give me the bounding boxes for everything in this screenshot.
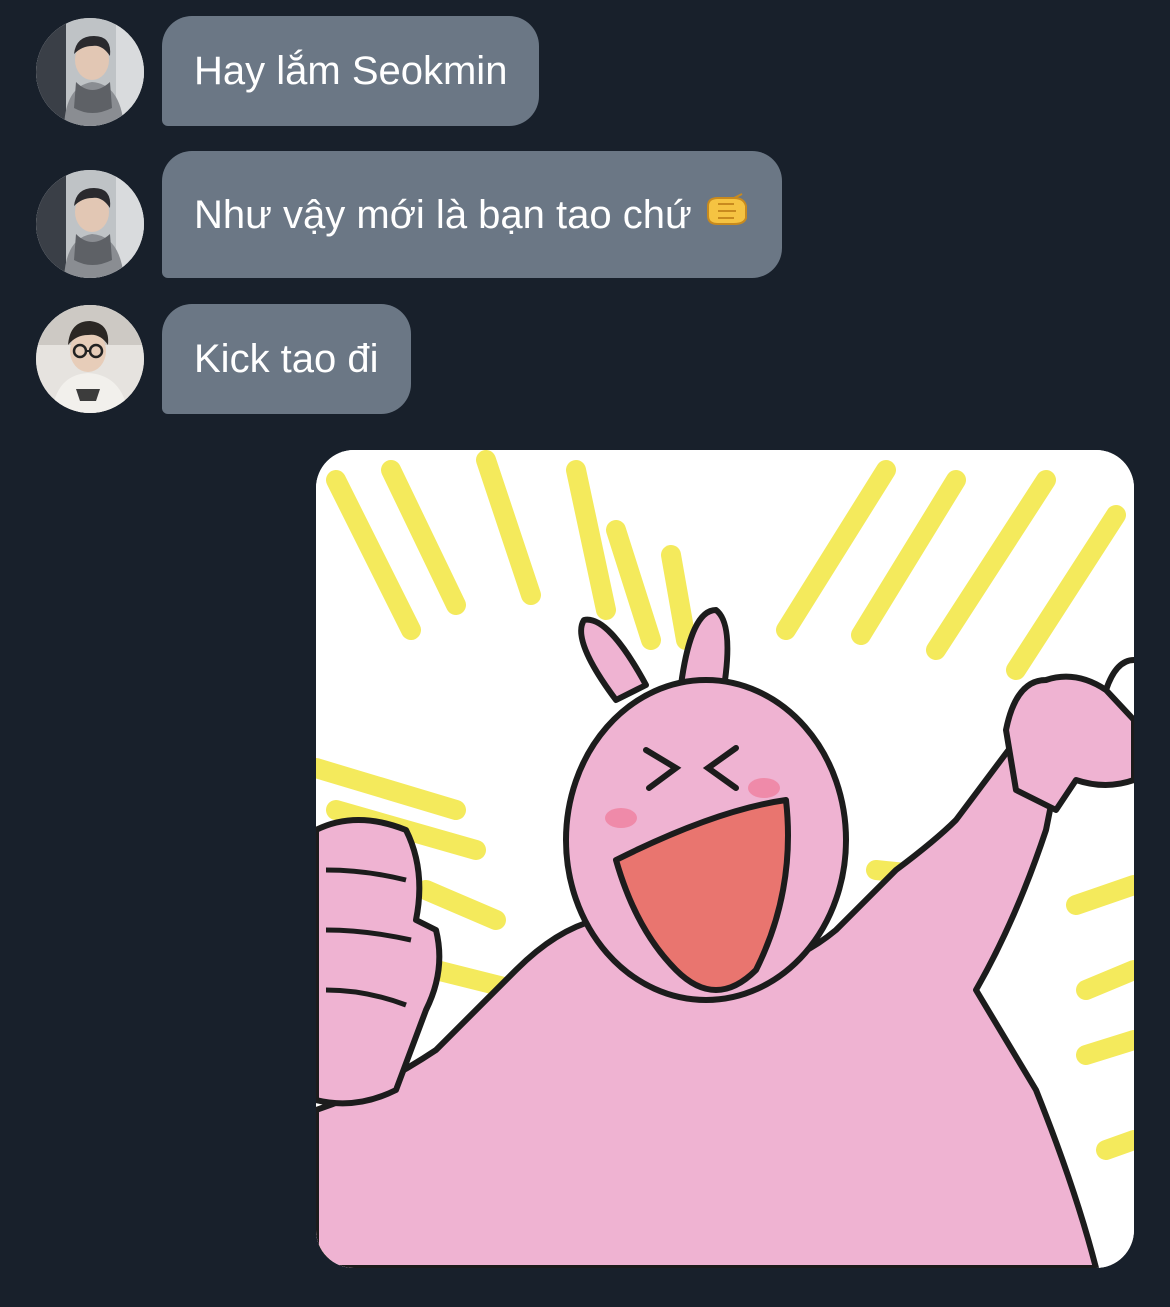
sticker-image[interactable] [316, 450, 1134, 1268]
avatar-photo-icon [36, 18, 144, 126]
message-text: Hay lắm Seokmin [194, 49, 508, 93]
avatar-photo-icon [36, 170, 144, 278]
message-bubble[interactable]: Như vậy mới là bạn tao chứ [162, 151, 782, 278]
pink-bunny-cheering-sticker-icon [316, 450, 1134, 1268]
left-facing-fist-emoji-icon [704, 191, 750, 239]
sender-avatar[interactable] [36, 305, 144, 413]
sender-avatar[interactable] [36, 18, 144, 126]
message-text: Kick tao đi [194, 337, 379, 381]
message-bubble[interactable]: Hay lắm Seokmin [162, 16, 540, 126]
message-text: Như vậy mới là bạn tao chứ [194, 192, 692, 237]
sender-avatar[interactable] [36, 170, 144, 278]
message-bubble[interactable]: Kick tao đi [162, 304, 411, 414]
avatar-photo-icon [36, 305, 144, 413]
